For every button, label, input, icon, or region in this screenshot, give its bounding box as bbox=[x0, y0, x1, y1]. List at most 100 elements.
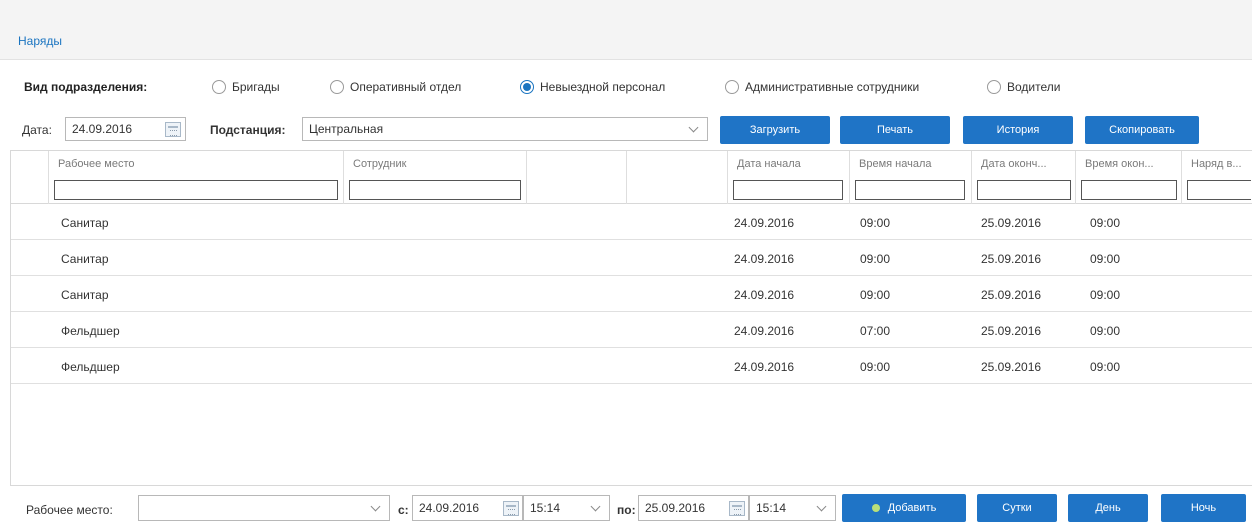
cell-workplace: Санитар bbox=[61, 216, 109, 230]
breadcrumb-duties[interactable]: Наряды bbox=[18, 34, 62, 48]
cell-date-end: 25.09.2016 bbox=[981, 360, 1042, 374]
to-label: по: bbox=[617, 503, 636, 517]
table-row[interactable]: Санитар 24.09.2016 09:00 25.09.2016 09:0… bbox=[11, 204, 1252, 240]
load-button[interactable]: Загрузить bbox=[720, 116, 830, 144]
date-label: Дата: bbox=[22, 123, 52, 137]
print-button[interactable]: Печать bbox=[840, 116, 950, 144]
cell-time-end: 09:00 bbox=[1090, 324, 1121, 338]
copy-button[interactable]: Скопировать bbox=[1085, 116, 1199, 144]
filter-input-workplace[interactable] bbox=[54, 180, 338, 200]
cell-date-start: 24.09.2016 bbox=[734, 288, 795, 302]
header-workplace[interactable]: Рабочее место bbox=[49, 151, 344, 204]
filter-input-time-end[interactable] bbox=[1081, 180, 1177, 200]
cell-time-end: 09:00 bbox=[1090, 216, 1121, 230]
filter-input-time-start[interactable] bbox=[855, 180, 965, 200]
from-date-field[interactable]: 24.09.2016 bbox=[412, 495, 523, 521]
from-date-value: 24.09.2016 bbox=[419, 501, 480, 515]
header-empty-2 bbox=[627, 151, 728, 204]
radio-circle-icon bbox=[330, 80, 344, 94]
radio-circle-icon bbox=[725, 80, 739, 94]
workplace-label: Рабочее место: bbox=[26, 503, 113, 517]
duties-grid: Рабочее место Сотрудник Дата начала Врем… bbox=[10, 150, 1252, 486]
cell-time-end: 09:00 bbox=[1090, 288, 1121, 302]
filter-toolbar: Дата: 24.09.2016 Подстанция: Центральная… bbox=[0, 116, 1252, 144]
header-title: Время окон... bbox=[1085, 158, 1154, 170]
unit-type-label: Вид подразделения: bbox=[24, 80, 148, 94]
unit-type-group: Вид подразделения: Бригады Оперативный о… bbox=[24, 78, 1224, 98]
radio-circle-icon bbox=[987, 80, 1001, 94]
from-label: с: bbox=[398, 503, 409, 517]
radio-label: Невыездной персонал bbox=[540, 80, 666, 94]
calendar-icon[interactable] bbox=[729, 501, 745, 516]
day-button[interactable]: День bbox=[1068, 494, 1148, 522]
radio-operational-dept[interactable]: Оперативный отдел bbox=[330, 80, 461, 94]
chevron-down-icon bbox=[590, 501, 601, 512]
top-header: Наряды bbox=[0, 0, 1252, 60]
history-button[interactable]: История bbox=[963, 116, 1073, 144]
radio-label: Бригады bbox=[232, 80, 280, 94]
header-title: Дата начала bbox=[737, 158, 801, 170]
cell-date-end: 25.09.2016 bbox=[981, 288, 1042, 302]
to-date-field[interactable]: 25.09.2016 bbox=[638, 495, 749, 521]
radio-drivers[interactable]: Водители bbox=[987, 80, 1060, 94]
table-row[interactable]: Санитар 24.09.2016 09:00 25.09.2016 09:0… bbox=[11, 240, 1252, 276]
header-date-start[interactable]: Дата начала bbox=[728, 151, 850, 204]
header-title: Сотрудник bbox=[353, 158, 407, 170]
header-title: Рабочее место bbox=[58, 158, 135, 170]
cell-time-start: 09:00 bbox=[860, 360, 891, 374]
plus-icon bbox=[871, 504, 880, 512]
date-value: 24.09.2016 bbox=[72, 122, 133, 136]
chevron-down-icon bbox=[688, 122, 699, 133]
bottom-toolbar: Рабочее место: с: 24.09.2016 15:14 по: 2… bbox=[0, 494, 1252, 522]
header-title: Наряд в... bbox=[1191, 158, 1242, 170]
filter-input-employee[interactable] bbox=[349, 180, 521, 200]
header-cell-blank bbox=[11, 151, 49, 204]
add-button[interactable]: Добавить bbox=[842, 494, 966, 522]
radio-label: Водители bbox=[1007, 80, 1061, 94]
filter-input-date-start[interactable] bbox=[733, 180, 843, 200]
cell-date-start: 24.09.2016 bbox=[734, 324, 795, 338]
cell-time-start: 07:00 bbox=[860, 324, 891, 338]
full-day-button[interactable]: Сутки bbox=[977, 494, 1057, 522]
header-duty[interactable]: Наряд в... bbox=[1182, 151, 1252, 204]
to-time-select[interactable]: 15:14 bbox=[749, 495, 836, 521]
cell-time-start: 09:00 bbox=[860, 252, 891, 266]
header-time-start[interactable]: Время начала bbox=[850, 151, 972, 204]
cell-date-end: 25.09.2016 bbox=[981, 324, 1042, 338]
cell-date-start: 24.09.2016 bbox=[734, 252, 795, 266]
header-date-end[interactable]: Дата оконч... bbox=[972, 151, 1076, 204]
substation-value: Центральная bbox=[309, 122, 384, 136]
cell-time-start: 09:00 bbox=[860, 216, 891, 230]
radio-non-travel-staff[interactable]: Невыездной персонал bbox=[520, 80, 665, 94]
cell-time-end: 09:00 bbox=[1090, 252, 1121, 266]
cell-workplace: Фельдшер bbox=[61, 360, 120, 374]
substation-label: Подстанция: bbox=[210, 123, 286, 137]
radio-admin-staff[interactable]: Административные сотрудники bbox=[725, 80, 919, 94]
table-row[interactable]: Фельдшер 24.09.2016 07:00 25.09.2016 09:… bbox=[11, 312, 1252, 348]
workplace-select[interactable] bbox=[138, 495, 390, 521]
radio-label: Административные сотрудники bbox=[745, 80, 920, 94]
filter-input-duty[interactable] bbox=[1187, 180, 1251, 200]
table-row[interactable]: Фельдшер 24.09.2016 09:00 25.09.2016 09:… bbox=[11, 348, 1252, 384]
header-title: Время начала bbox=[859, 158, 932, 170]
radio-label: Оперативный отдел bbox=[350, 80, 462, 94]
substation-select[interactable]: Центральная bbox=[302, 117, 708, 141]
table-row[interactable]: Санитар 24.09.2016 09:00 25.09.2016 09:0… bbox=[11, 276, 1252, 312]
to-date-value: 25.09.2016 bbox=[645, 501, 706, 515]
from-time-select[interactable]: 15:14 bbox=[523, 495, 610, 521]
cell-date-end: 25.09.2016 bbox=[981, 252, 1042, 266]
header-employee[interactable]: Сотрудник bbox=[344, 151, 527, 204]
radio-brigades[interactable]: Бригады bbox=[212, 80, 280, 94]
calendar-icon[interactable] bbox=[503, 501, 519, 516]
cell-workplace: Санитар bbox=[61, 252, 109, 266]
chevron-down-icon bbox=[816, 501, 827, 512]
date-field[interactable]: 24.09.2016 bbox=[65, 117, 186, 141]
filter-input-date-end[interactable] bbox=[977, 180, 1071, 200]
header-time-end[interactable]: Время окон... bbox=[1076, 151, 1182, 204]
calendar-icon[interactable] bbox=[165, 122, 181, 137]
cell-workplace: Фельдшер bbox=[61, 324, 120, 338]
add-button-label: Добавить bbox=[887, 502, 937, 514]
header-empty-1 bbox=[527, 151, 627, 204]
night-button[interactable]: Ночь bbox=[1161, 494, 1246, 522]
grid-header: Рабочее место Сотрудник Дата начала Врем… bbox=[11, 150, 1252, 204]
